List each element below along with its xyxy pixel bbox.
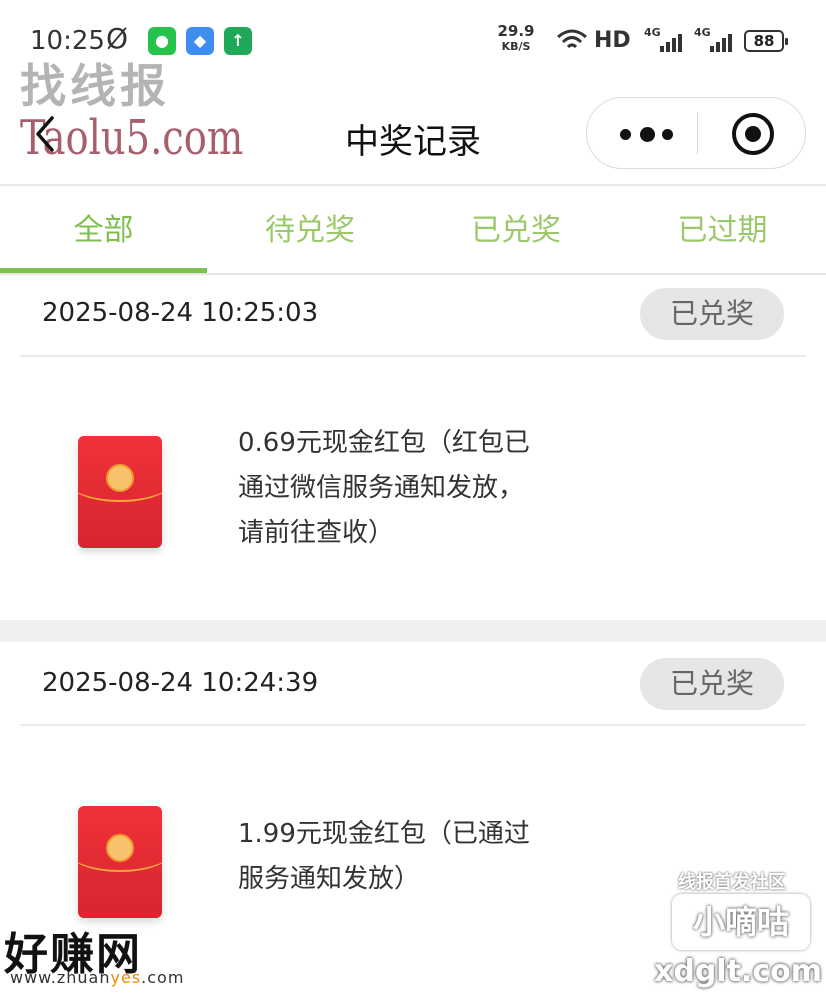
status-badge: 已兑奖 [640, 658, 784, 710]
description-line: 请前往查收） [238, 518, 395, 548]
battery-icon: 88 [744, 30, 788, 52]
red-envelope-icon [78, 436, 162, 548]
record-divider [20, 724, 806, 726]
tab-redeemed[interactable]: 已兑奖 [413, 186, 619, 274]
watermark-xdglt-url: xdglt.com [654, 954, 822, 989]
watermark-zhuanyes-url: www.zhuanyes.com [10, 968, 185, 987]
network-label: 4G [694, 26, 711, 39]
record-datetime: 2025-08-24 10:24:39 [42, 668, 319, 698]
battery-level: 88 [748, 33, 780, 49]
watermark-xiaodigu: 小嘀咕 [672, 894, 810, 950]
record-gap [0, 620, 826, 642]
tabs-divider [0, 273, 826, 275]
net-speed-value: 29.9 [497, 22, 535, 40]
more-dots-icon[interactable] [618, 124, 688, 144]
description-line: 0.69元现金红包（红包已 [238, 428, 530, 458]
record-datetime: 2025-08-24 10:25:03 [42, 298, 319, 328]
hd-icon: HD [594, 28, 631, 53]
description-line: 服务通知发放） [238, 864, 421, 894]
net-speed: 29.9 KB/S [496, 22, 536, 53]
record-divider [20, 355, 806, 357]
tab-bar: 全部 待兑奖 已兑奖 已过期 [0, 186, 826, 274]
capsule-divider [697, 112, 698, 154]
record-description: 1.99元现金红包（已通过 服务通知发放） [238, 812, 568, 902]
status-badge: 已兑奖 [640, 288, 784, 340]
wifi-icon [557, 29, 587, 49]
upload-app-icon: ↑ [224, 27, 252, 55]
description-line: 1.99元现金红包（已通过 [238, 819, 530, 849]
signal-icon: 4G [694, 26, 738, 54]
watermark-tagline: 线报首发社区 [678, 872, 786, 893]
signal-icon: 4G [644, 26, 688, 54]
network-label: 4G [644, 26, 661, 39]
tab-all[interactable]: 全部 [0, 186, 207, 274]
record-description: 0.69元现金红包（红包已 通过微信服务通知发放， 请前往查收） [238, 421, 568, 556]
tab-pending[interactable]: 待兑奖 [207, 186, 413, 274]
target-close-icon[interactable] [732, 113, 774, 155]
red-envelope-icon [78, 806, 162, 918]
blue-app-icon: ◆ [186, 27, 214, 55]
tab-expired[interactable]: 已过期 [619, 186, 826, 274]
net-speed-unit: KB/S [501, 40, 531, 53]
description-line: 通过微信服务通知发放， [238, 473, 525, 503]
